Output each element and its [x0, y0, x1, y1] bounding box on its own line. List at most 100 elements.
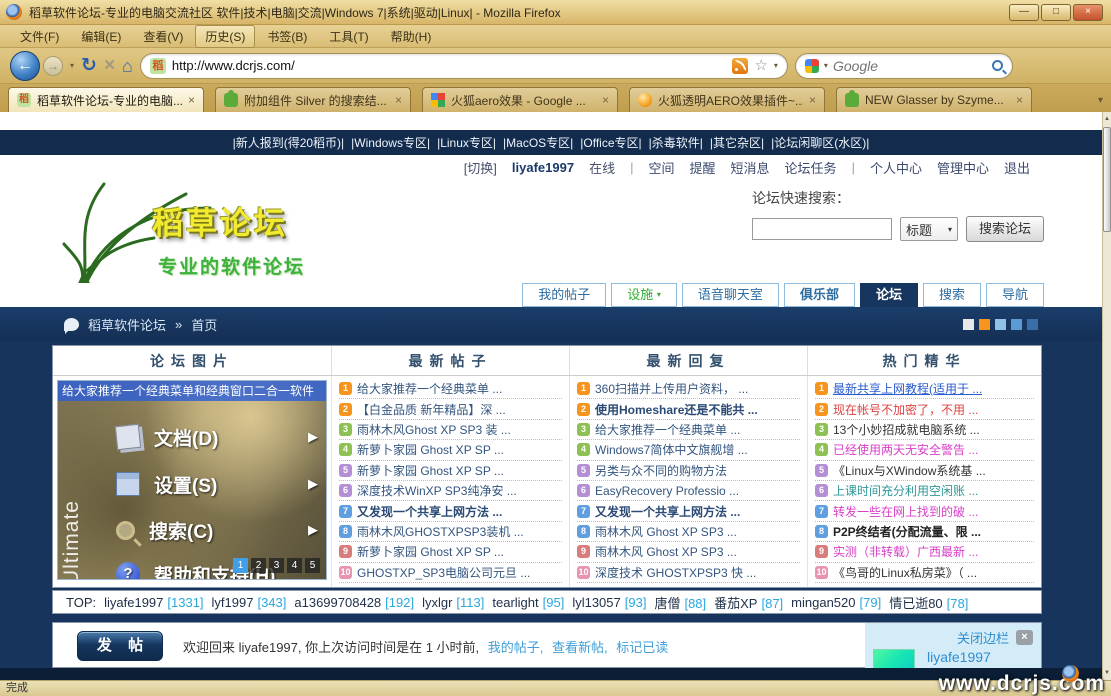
tab-glasser[interactable]: NEW Glasser by Szyme... × [836, 87, 1032, 112]
image-slideshow[interactable]: 给大家推荐一个经典菜单和经典窗口二合一软件 Ultimate 文档(D)▶ 设置… [57, 380, 327, 580]
tab-close-icon[interactable]: × [395, 93, 402, 107]
post-link[interactable]: 《鸟哥的Linux私房菜》（ ... [833, 564, 977, 581]
post-link[interactable]: 新萝卜家园 Ghost XP SP ... [357, 543, 504, 560]
section-link[interactable]: |Windows专区| [351, 134, 430, 151]
list-item[interactable]: 3雨林木风Ghost XP SP3 装 ... [339, 420, 562, 440]
top-user[interactable]: mingan520[79] [791, 595, 881, 610]
view-new-posts-link[interactable]: 查看新帖, [552, 640, 608, 655]
post-link[interactable]: Windows7简体中文旗舰增 ... [595, 441, 748, 458]
list-item[interactable]: 3给大家推荐一个经典菜单 ... [577, 420, 800, 440]
post-link[interactable]: 上课时间充分利用空闲账 ... [833, 482, 978, 499]
vertical-scrollbar[interactable]: ▲ ▼ [1102, 112, 1111, 680]
breadcrumb-site[interactable]: 稻草软件论坛 [88, 315, 166, 334]
breadcrumb-page[interactable]: 首页 [191, 315, 217, 334]
tab-close-icon[interactable]: × [188, 93, 195, 107]
list-item[interactable]: 7又发现一个共享上网方法 ... [577, 501, 800, 521]
menu-file[interactable]: 文件(F) [10, 25, 69, 48]
list-item[interactable]: 4Windows7简体中文旗舰增 ... [577, 440, 800, 460]
post-link[interactable]: 最新共享上网教程(适用于 ... [833, 380, 982, 397]
list-item[interactable]: 8P2P终结者(分配流量、限 ... [815, 522, 1034, 542]
list-item[interactable]: 1最新共享上网教程(适用于 ... [815, 379, 1034, 399]
section-link[interactable]: |Office专区| [580, 134, 641, 151]
list-item[interactable]: 9雨林木风 Ghost XP SP3 ... [577, 542, 800, 562]
section-link[interactable]: |MacOS专区| [503, 134, 573, 151]
tab-close-icon[interactable]: × [602, 93, 609, 107]
url-input[interactable] [172, 58, 727, 73]
post-link[interactable]: 360扫描并上传用户资料， ... [595, 380, 748, 397]
post-link[interactable]: GHOSTXP_SP3电脑公司元旦 ... [357, 564, 530, 581]
list-item[interactable]: 9实测（非转载）广西最新 ... [815, 542, 1034, 562]
top-user[interactable]: 番茄XP[87] [714, 593, 783, 612]
post-link[interactable]: 又发现一个共享上网方法 ... [357, 503, 502, 520]
admin-center-link[interactable]: 管理中心 [937, 158, 989, 177]
list-item[interactable]: 10GHOSTXP_SP3电脑公司元旦 ... [339, 563, 562, 583]
post-link[interactable]: 给大家推荐一个经典菜单 ... [357, 380, 502, 397]
style-swatch[interactable] [1027, 319, 1038, 330]
list-item[interactable]: 8雨林木风GHOSTXPSP3装机 ... [339, 522, 562, 542]
forum-search-button[interactable]: 搜索论坛 [966, 216, 1044, 242]
tab-facilities[interactable]: 设施 ▾ [611, 283, 677, 307]
list-item[interactable]: 1给大家推荐一个经典菜单 ... [339, 379, 562, 399]
space-link[interactable]: 空间 [649, 158, 675, 177]
post-link[interactable]: 又发现一个共享上网方法 ... [595, 503, 740, 520]
rss-icon[interactable] [732, 58, 748, 74]
list-item[interactable]: 10《鸟哥的Linux私房菜》（ ... [815, 563, 1034, 583]
menu-bookmarks[interactable]: 书签(B) [257, 25, 317, 48]
style-swatch[interactable] [1011, 319, 1022, 330]
post-link[interactable]: 雨林木风 Ghost XP SP3 ... [595, 543, 737, 560]
top-user[interactable]: tearlight[95] [492, 595, 564, 610]
reminder-link[interactable]: 提醒 [690, 158, 716, 177]
top-user[interactable]: liyafe1997[1331] [104, 595, 203, 610]
list-item[interactable]: 2【白金品质 新年精品】深 ... [339, 399, 562, 419]
post-link[interactable]: 《Linux与XWindow系统基 ... [833, 462, 986, 479]
tab-clubs[interactable]: 俱乐部 [784, 283, 855, 307]
history-dropdown-caret[interactable]: ▾ [70, 61, 74, 70]
tab-search[interactable]: 搜索 [923, 283, 981, 307]
list-item[interactable]: 4新萝卜家园 Ghost XP SP ... [339, 440, 562, 460]
post-link[interactable]: 雨林木风 Ghost XP SP3 ... [595, 523, 737, 540]
page-dot[interactable]: 5 [305, 558, 320, 573]
scroll-up-arrow[interactable]: ▲ [1103, 113, 1111, 125]
style-swatch[interactable] [979, 319, 990, 330]
list-item[interactable]: 10深度技术 GHOSTXPSP3 快 ... [577, 563, 800, 583]
page-dot[interactable]: 4 [287, 558, 302, 573]
personal-center-link[interactable]: 个人中心 [870, 158, 922, 177]
page-dot[interactable]: 3 [269, 558, 284, 573]
post-link[interactable]: P2P终结者(分配流量、限 ... [833, 523, 981, 540]
bookmark-star-icon[interactable]: ☆ [754, 58, 767, 74]
url-bar[interactable]: 稻 ☆ ▾ [140, 53, 788, 79]
search-bar[interactable]: ▾ [795, 53, 1013, 79]
tab-aero-plugin[interactable]: 火狐透明AERO效果插件~... × [629, 87, 825, 112]
tab-my-posts[interactable]: 我的帖子 [522, 283, 606, 307]
stop-button[interactable]: × [104, 51, 115, 81]
post-link[interactable]: 雨林木风GHOSTXPSP3装机 ... [357, 523, 524, 540]
back-button[interactable]: ← [10, 51, 40, 81]
search-magnifier-icon[interactable] [992, 60, 1003, 71]
post-link[interactable]: 深度技术WinXP SP3纯净安 ... [357, 482, 517, 499]
list-item[interactable]: 5《Linux与XWindow系统基 ... [815, 461, 1034, 481]
post-link[interactable]: 现在帐号不加密了，不用 ... [833, 401, 978, 418]
list-item[interactable]: 5新萝卜家园 Ghost XP SP ... [339, 461, 562, 481]
list-item[interactable]: 8雨林木风 Ghost XP SP3 ... [577, 522, 800, 542]
sidebar-username[interactable]: liyafe1997 [927, 649, 991, 665]
slideshow-caption[interactable]: 给大家推荐一个经典菜单和经典窗口二合一软件 [58, 381, 326, 401]
tab-close-icon[interactable]: × [809, 93, 816, 107]
list-item[interactable]: 6深度技术WinXP SP3纯净安 ... [339, 481, 562, 501]
new-post-button[interactable]: 发 帖 [77, 631, 163, 661]
forward-button[interactable]: → [43, 56, 63, 76]
site-logo-title[interactable]: 稻草论坛 [152, 198, 288, 243]
section-link[interactable]: |杀毒软件| [649, 134, 703, 151]
list-item[interactable]: 313个小妙招成就电脑系统 ... [815, 420, 1034, 440]
section-link[interactable]: |其它杂区| [710, 134, 764, 151]
quick-search-input[interactable] [752, 218, 892, 240]
username[interactable]: liyafe1997 [512, 160, 574, 175]
tab-google-search[interactable]: 火狐aero效果 - Google ... × [422, 87, 618, 112]
top-user[interactable]: 唐僧[88] [654, 593, 706, 612]
tab-voice-chat[interactable]: 语音聊天室 [682, 283, 779, 307]
section-link[interactable]: |Linux专区| [437, 134, 496, 151]
scrollbar-thumb[interactable] [1103, 127, 1111, 232]
list-item[interactable]: 2现在帐号不加密了，不用 ... [815, 399, 1034, 419]
list-item[interactable]: 6EasyRecovery Professio ... [577, 481, 800, 501]
tab-navigation[interactable]: 导航 [986, 283, 1044, 307]
post-link[interactable]: 给大家推荐一个经典菜单 ... [595, 421, 740, 438]
